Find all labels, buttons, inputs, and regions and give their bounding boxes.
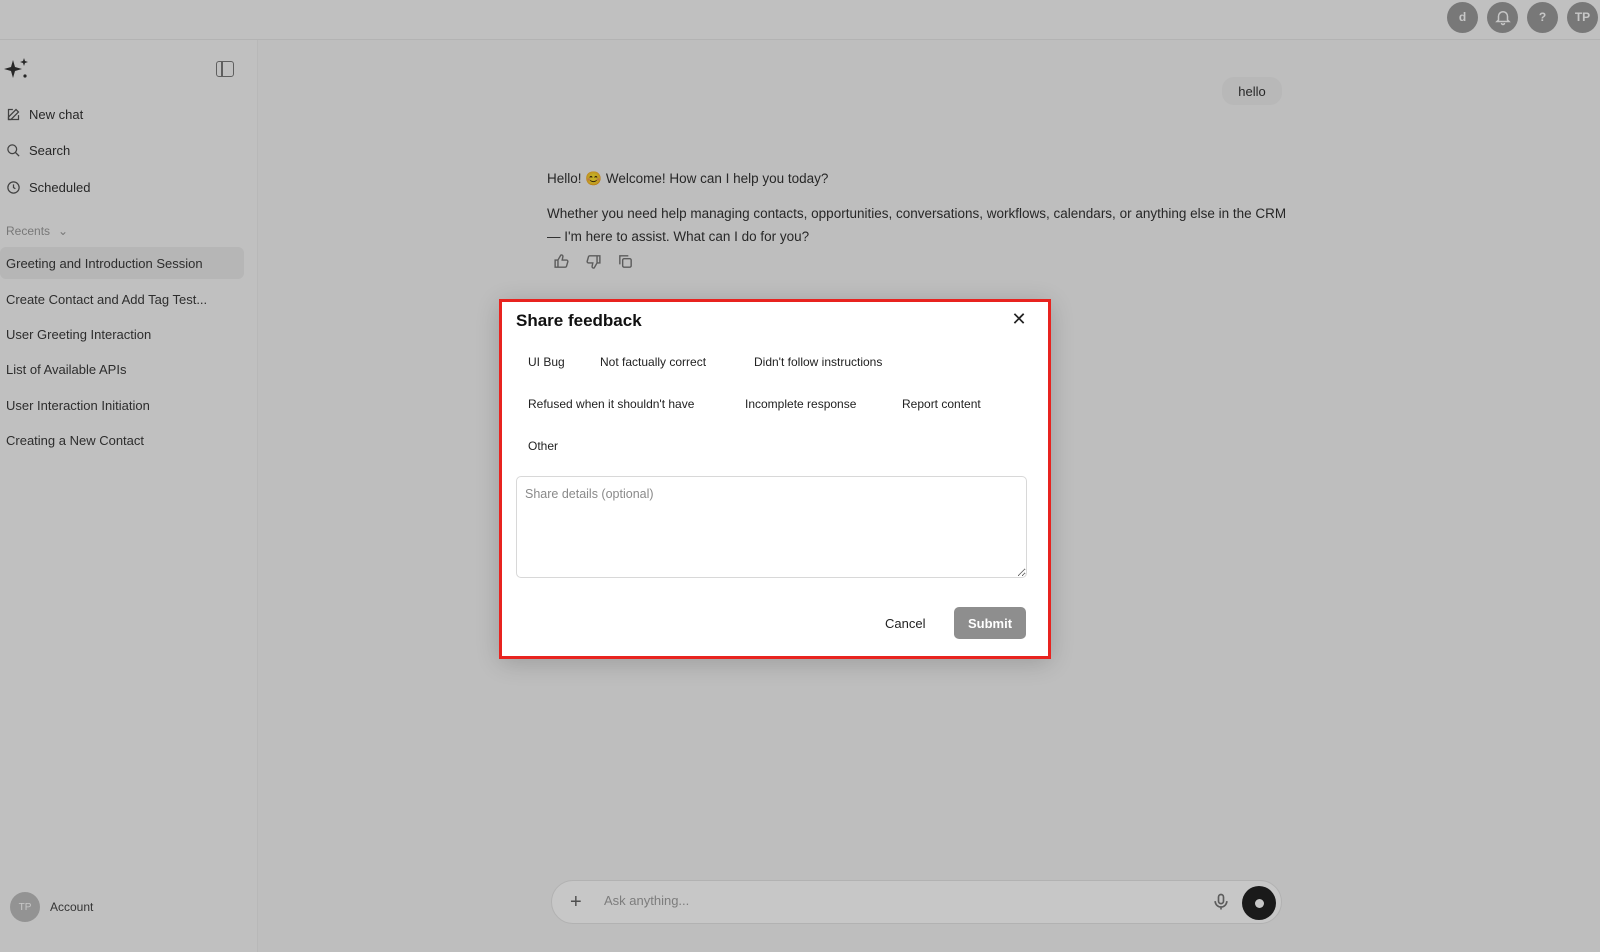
feedback-chip-refused[interactable]: Refused when it shouldn't have (516, 389, 707, 419)
feedback-chip-not-factually-correct[interactable]: Not factually correct (588, 347, 719, 377)
feedback-chip-report-content[interactable]: Report content (890, 389, 993, 419)
feedback-chip-other[interactable]: Other (516, 431, 571, 461)
dialog-title: Share feedback (516, 311, 642, 330)
cancel-button[interactable]: Cancel (875, 607, 935, 639)
feedback-chip-didnt-follow-instructions[interactable]: Didn't follow instructions (742, 347, 895, 377)
share-feedback-dialog: Share feedback ✕ UI Bug Not factually co… (499, 299, 1051, 659)
close-icon[interactable]: ✕ (1009, 309, 1029, 329)
feedback-chip-ui-bug[interactable]: UI Bug (516, 347, 577, 377)
feedback-details-input[interactable] (516, 476, 1027, 578)
feedback-chip-incomplete-response[interactable]: Incomplete response (733, 389, 869, 419)
submit-button[interactable]: Submit (954, 607, 1026, 639)
